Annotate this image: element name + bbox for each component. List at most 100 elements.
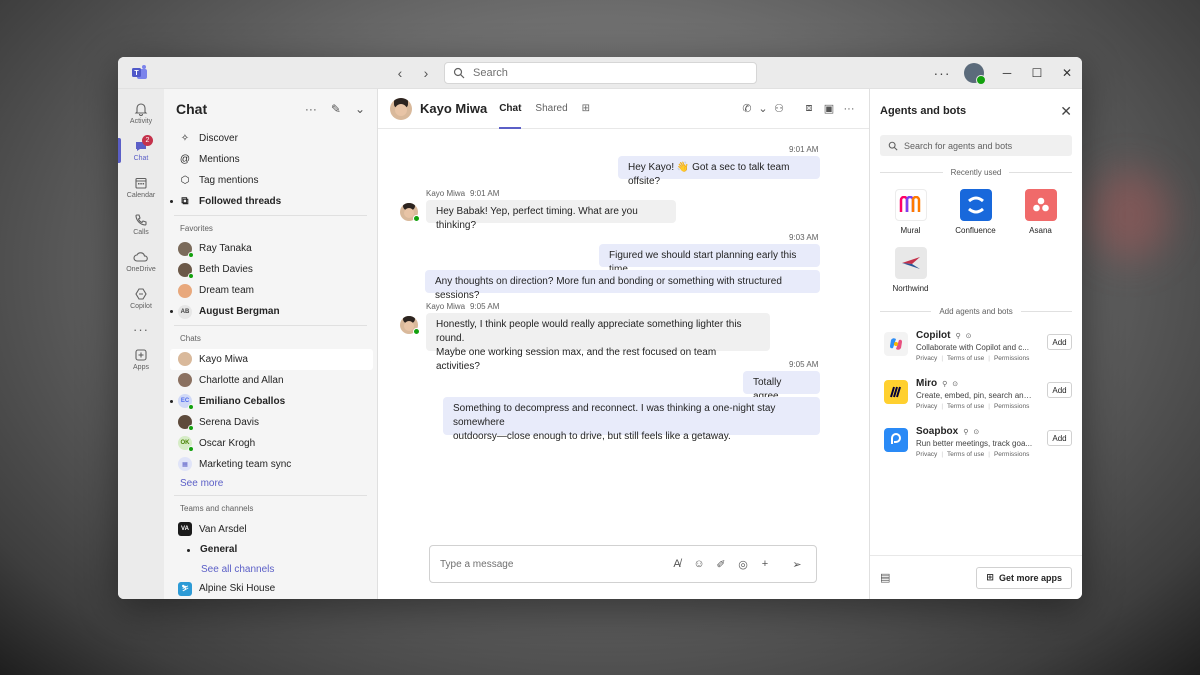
agents-list: Copilot ⚲ ⊙ Collaborate with Copilot and c… <box>870 326 1082 470</box>
avatar[interactable] <box>390 97 412 120</box>
rail-apps[interactable]: Apps <box>118 341 164 378</box>
app-name: Mural <box>900 226 921 235</box>
rail-calls[interactable]: Calls <box>118 206 164 243</box>
team-van-arsdel[interactable]: VA Van Arsdel <box>164 519 377 540</box>
more-options-icon[interactable]: ··· <box>839 103 859 115</box>
app-confluence[interactable]: Confluence <box>943 189 1008 235</box>
rail-calendar[interactable]: Calendar <box>118 169 164 206</box>
chat-emiliano-ceballos[interactable]: EC Emiliano Ceballos <box>164 391 377 412</box>
more-apps-icon[interactable]: ··· <box>133 317 149 341</box>
quick-item-discover[interactable]: ✧ Discover <box>164 128 377 149</box>
agents-search-input[interactable]: Search for agents and bots <box>880 135 1072 156</box>
favorite-dream-team[interactable]: Dream team <box>164 280 377 301</box>
chat-marketing-team-sync[interactable]: ▦ Marketing team sync <box>164 454 377 475</box>
send-icon[interactable]: ➢ <box>788 558 806 571</box>
quick-item-followed-threads[interactable]: ⧉ Followed threads <box>164 191 377 212</box>
more-options-icon[interactable]: ··· <box>305 102 317 116</box>
back-arrow-icon[interactable]: ‹ <box>390 63 410 83</box>
loop-icon[interactable]: ◎ <box>734 558 752 571</box>
see-more-link[interactable]: See more <box>164 475 377 493</box>
message-bubble[interactable]: Figured we should start planning early t… <box>599 244 820 275</box>
permissions-link[interactable]: Permissions <box>994 451 1029 458</box>
permissions-link[interactable]: Permissions <box>994 403 1029 410</box>
minimize-icon[interactable]: ─ <box>992 57 1022 89</box>
tag-icon: ⬡ <box>180 174 190 186</box>
add-button[interactable]: Add <box>1047 334 1072 350</box>
permissions-link[interactable]: Permissions <box>994 355 1029 362</box>
chevron-down-icon[interactable]: ⌄ <box>757 102 769 115</box>
emoji-icon[interactable]: ☺ <box>690 558 708 571</box>
more-options-icon[interactable]: ··· <box>928 65 956 81</box>
apps-icon <box>135 349 147 361</box>
get-more-apps-button[interactable]: ⊞ Get more apps <box>976 566 1072 589</box>
privacy-link[interactable]: Privacy <box>916 451 937 458</box>
app-northwind[interactable]: Northwind <box>878 247 943 293</box>
team-alpine-ski-house[interactable]: ⛷ Alpine Ski House <box>164 578 377 599</box>
maximize-icon[interactable]: ☐ <box>1022 57 1052 89</box>
new-chat-icon[interactable]: ✎ <box>331 102 341 116</box>
message-bubble[interactable]: Something to decompress and reconnect. I… <box>443 397 820 442</box>
agent-description: Run better meetings, track goa... <box>916 439 1033 448</box>
add-button[interactable]: Add <box>1047 430 1072 446</box>
rail-copilot[interactable]: Copilot <box>118 280 164 317</box>
user-avatar[interactable] <box>964 63 986 85</box>
app-mural[interactable]: Mural <box>878 189 943 235</box>
channel-general[interactable]: General <box>164 540 377 561</box>
people-icon[interactable]: ⚇ <box>769 102 789 115</box>
rail-onedrive[interactable]: OneDrive <box>118 243 164 280</box>
chat-serena-davis[interactable]: Serena Davis <box>164 412 377 433</box>
bell-icon <box>134 103 148 116</box>
manage-apps-icon[interactable]: ▤ <box>880 571 890 584</box>
agent-miro[interactable]: Miro ⚲ ⊙ Create, embed, pin, search and...… <box>870 374 1082 422</box>
message-bubble[interactable]: Honestly, I think people would really ap… <box>426 313 770 372</box>
chat-label: August Bergman <box>199 306 280 318</box>
agent-copilot[interactable]: Copilot ⚲ ⊙ Collaborate with Copilot and c… <box>870 326 1082 374</box>
terms-link[interactable]: Terms of use <box>947 403 984 410</box>
copilot-icon[interactable]: ⧈ <box>799 102 819 115</box>
chevron-down-icon[interactable]: ⌄ <box>355 102 365 116</box>
app-asana[interactable]: Asana <box>1008 189 1073 235</box>
message-bubble[interactable]: Hey Kayo! 👋 Got a sec to talk team offsi… <box>618 156 820 187</box>
chat-oscar-krogh[interactable]: OK Oscar Krogh <box>164 433 377 454</box>
chat-charlotte-and-allan[interactable]: Charlotte and Allan <box>164 370 377 391</box>
message-bubble[interactable]: Any thoughts on direction? More fun and … <box>425 270 820 301</box>
quick-item-mentions[interactable]: @ Mentions <box>164 149 377 170</box>
cloud-icon <box>133 252 148 262</box>
tab-shared[interactable]: Shared <box>535 89 567 129</box>
add-tab-icon[interactable]: ⊞ <box>582 89 590 129</box>
quick-item-tag-mentions[interactable]: ⬡ Tag mentions <box>164 170 377 191</box>
call-icon[interactable]: ✆ <box>737 102 757 115</box>
favorite-ray-tanaka[interactable]: Ray Tanaka <box>164 238 377 259</box>
privacy-link[interactable]: Privacy <box>916 403 937 410</box>
agent-soapbox[interactable]: Soapbox ⚲ ⊙ Run better meetings, track goa… <box>870 422 1082 470</box>
unread-dot <box>187 548 190 552</box>
format-icon[interactable]: A̸ <box>668 558 686 571</box>
message-bubble[interactable]: Hey Babak! Yep, perfect timing. What are… <box>426 200 676 231</box>
add-button[interactable]: Add <box>1047 382 1072 398</box>
chat-kayo-miwa[interactable]: Kayo Miwa <box>170 348 373 370</box>
apps-icon[interactable]: ▣ <box>819 102 839 115</box>
sticker-icon[interactable]: ✐ <box>712 558 730 571</box>
message-timestamp: 9:05 AM <box>470 302 500 311</box>
search-icon <box>453 67 465 79</box>
close-icon[interactable]: ✕ <box>1060 103 1072 120</box>
terms-link[interactable]: Terms of use <box>947 355 984 362</box>
attach-plus-icon[interactable]: + <box>756 558 774 571</box>
agent-name: Soapbox <box>916 426 959 437</box>
message-bubble[interactable]: Totally agree. <box>743 371 820 402</box>
confluence-logo-icon <box>959 189 992 221</box>
mural-logo-icon <box>894 189 927 221</box>
message-line: Honestly, I think people would really ap… <box>436 319 742 344</box>
tab-chat[interactable]: Chat <box>499 89 522 129</box>
see-all-channels-link[interactable]: See all channels <box>164 560 377 578</box>
message-composer[interactable]: Type a message A̸ ☺ ✐ ◎ + ➢ <box>429 545 817 583</box>
favorite-beth-davies[interactable]: Beth Davies <box>164 259 377 280</box>
forward-arrow-icon[interactable]: › <box>416 63 436 83</box>
rail-chat[interactable]: 2 Chat <box>118 132 164 169</box>
rail-activity[interactable]: Activity <box>118 95 164 132</box>
close-window-icon[interactable]: ✕ <box>1052 57 1082 89</box>
search-input[interactable]: Search <box>444 62 757 84</box>
privacy-link[interactable]: Privacy <box>916 355 937 362</box>
favorite-august-bergman[interactable]: AB August Bergman <box>164 301 377 322</box>
terms-link[interactable]: Terms of use <box>947 451 984 458</box>
